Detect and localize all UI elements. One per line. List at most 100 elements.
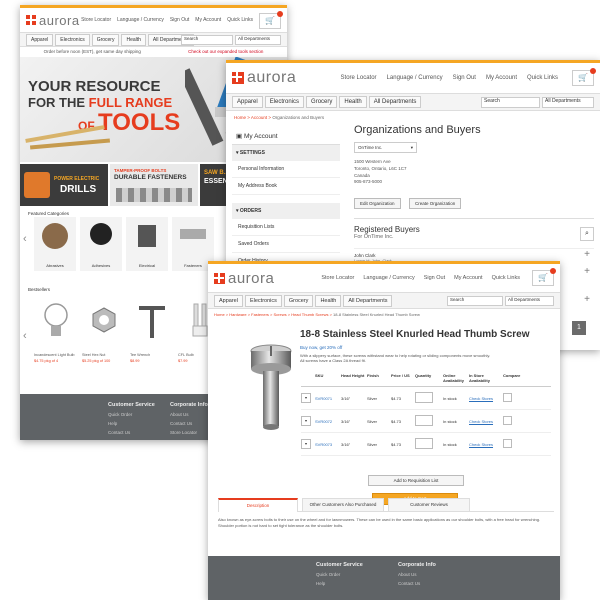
expand-icon[interactable]: + — [584, 266, 590, 277]
edit-organization-button[interactable]: Edit Organization — [354, 198, 401, 209]
cart-icon[interactable]: 🛒 — [259, 11, 283, 29]
organization-select[interactable]: OnTime Inc. ▾ — [354, 142, 417, 153]
tab-customer-reviews[interactable]: Customer Reviews — [388, 498, 470, 512]
search-icon[interactable]: ⌕ — [580, 227, 594, 241]
breadcrumb-hardware[interactable]: Hardware — [229, 312, 246, 317]
aurora-logo[interactable]: aurora — [232, 69, 296, 87]
expand-row-icon[interactable]: ▾ — [301, 393, 311, 403]
pagination-current[interactable]: 1 — [572, 321, 586, 335]
language-currency-link[interactable]: Language / Currency — [387, 75, 443, 81]
category-electrical[interactable]: Electrical — [126, 217, 168, 271]
settings-section[interactable]: ▾ SETTINGS — [232, 145, 340, 161]
footer-link[interactable]: Quick Order — [108, 412, 155, 417]
breadcrumb-thumb-screws[interactable]: Head Thumb Screws — [291, 312, 328, 317]
nav-electronics[interactable]: Electronics — [55, 33, 90, 46]
aurora-logo[interactable]: aurora — [214, 270, 274, 287]
aurora-logo[interactable]: aurora — [26, 13, 80, 28]
nav-health[interactable]: Health — [121, 33, 146, 46]
my-account-link[interactable]: My Account — [454, 275, 482, 281]
create-organization-button[interactable]: Create Organization — [408, 198, 462, 209]
breadcrumb-account[interactable]: Account — [251, 115, 267, 120]
search-input[interactable]: Search — [181, 35, 233, 45]
sku-link[interactable]: SVR0072 — [315, 419, 341, 424]
product-card[interactable]: Steel Hex Nut $5.25 pkg of 100 — [82, 300, 126, 363]
chevron-left-icon[interactable]: ‹ — [23, 330, 27, 342]
nav-health[interactable]: Health — [315, 294, 342, 307]
promo-text[interactable]: Buy now, get 20% off — [300, 345, 555, 350]
footer-link[interactable]: Help — [108, 421, 155, 426]
nav-health[interactable]: Health — [339, 96, 367, 108]
sidebar-item-personal-info[interactable]: Personal Information — [232, 161, 340, 178]
department-select[interactable]: All Departments — [505, 296, 554, 306]
breadcrumb-home[interactable]: Home — [234, 115, 246, 120]
footer-link[interactable]: Help — [316, 581, 363, 586]
footer-link[interactable]: About Us — [170, 412, 208, 417]
sku-link[interactable]: SVR0071 — [315, 396, 341, 401]
tools-promo-link[interactable]: Check out our expanded tools section — [188, 49, 263, 54]
product-name[interactable]: Incandescent Light Bulb — [34, 353, 78, 357]
category-abrasives[interactable]: Abrasives — [34, 217, 76, 271]
expand-icon[interactable]: + — [584, 249, 590, 260]
language-currency-link[interactable]: Language / Currency — [117, 17, 164, 23]
store-locator-link[interactable]: Store Locator — [341, 75, 377, 81]
product-card[interactable]: Tee Wrench $8.99 — [130, 300, 174, 363]
cart-icon[interactable]: 🛒 — [572, 68, 596, 86]
product-name[interactable]: Tee Wrench — [130, 353, 174, 357]
compare-checkbox[interactable] — [503, 416, 512, 425]
quick-links-link[interactable]: Quick Links — [227, 17, 253, 23]
nav-grocery[interactable]: Grocery — [306, 96, 338, 108]
footer-link[interactable]: Contact Us — [398, 581, 436, 586]
sign-out-link[interactable]: Sign Out — [453, 75, 476, 81]
nav-electronics[interactable]: Electronics — [264, 96, 305, 108]
sidebar-item-requisition-lists[interactable]: Requisition Lists — [232, 219, 340, 236]
category-adhesives[interactable]: Adhesives — [80, 217, 122, 271]
store-locator-link[interactable]: Store Locator — [81, 17, 111, 23]
footer-link[interactable]: Quick Order — [316, 572, 363, 577]
footer-link[interactable]: About Us — [398, 572, 436, 577]
compare-checkbox[interactable] — [503, 439, 512, 448]
promo-drills[interactable]: POWER ELECTRIC DRILLS — [20, 164, 108, 206]
orders-section[interactable]: ▾ ORDERS — [232, 203, 340, 219]
sidebar-item-saved-orders[interactable]: Saved Orders — [232, 236, 340, 253]
breadcrumb-fasteners[interactable]: Fasteners — [251, 312, 269, 317]
tab-description[interactable]: Description — [218, 498, 298, 512]
tab-also-purchased[interactable]: Other Customers Also Purchased — [302, 498, 384, 512]
expand-icon[interactable]: + — [584, 294, 590, 305]
nav-all-departments[interactable]: All Departments — [368, 96, 422, 108]
quick-links-link[interactable]: Quick Links — [492, 275, 520, 281]
nav-apparel[interactable]: Apparel — [214, 294, 243, 307]
language-currency-link[interactable]: Language / Currency — [363, 275, 414, 281]
quantity-input[interactable] — [415, 392, 433, 403]
quantity-input[interactable] — [415, 438, 433, 449]
department-select[interactable]: All Departments — [542, 97, 594, 108]
search-input[interactable]: Search — [481, 97, 540, 108]
check-stores-link[interactable]: Check Stores — [469, 442, 503, 447]
footer-link[interactable]: Contact Us — [108, 430, 155, 435]
compare-checkbox[interactable] — [503, 393, 512, 402]
sign-out-link[interactable]: Sign Out — [170, 17, 189, 23]
store-locator-link[interactable]: Store Locator — [321, 275, 354, 281]
footer-link[interactable]: Contact Us — [170, 421, 208, 426]
quantity-input[interactable] — [415, 415, 433, 426]
nav-apparel[interactable]: Apparel — [26, 33, 54, 46]
check-stores-link[interactable]: Check Stores — [469, 419, 503, 424]
add-to-requisition-list-button[interactable]: Add to Requisition List — [368, 475, 464, 486]
expand-row-icon[interactable]: ▾ — [301, 439, 311, 449]
promo-fasteners[interactable]: TAMPER-PROOF BOLTS DURABLE FASTENERS — [110, 164, 198, 206]
search-input[interactable]: Search — [447, 296, 503, 306]
nav-electronics[interactable]: Electronics — [244, 294, 282, 307]
cart-icon[interactable]: 🛒 — [532, 268, 556, 286]
footer-link[interactable]: Store Locator — [170, 430, 208, 435]
expand-row-icon[interactable]: ▾ — [301, 416, 311, 426]
nav-apparel[interactable]: Apparel — [232, 96, 263, 108]
sidebar-item-address-book[interactable]: My Address Book — [232, 178, 340, 195]
my-account-link[interactable]: My Account — [195, 17, 221, 23]
check-stores-link[interactable]: Check Stores — [469, 396, 503, 401]
product-card[interactable]: Incandescent Light Bulb $4.75 pkg of 4 — [34, 300, 78, 363]
nav-all-departments[interactable]: All Departments — [343, 294, 393, 307]
my-account-link[interactable]: My Account — [486, 75, 517, 81]
breadcrumb-screws[interactable]: Screws — [274, 312, 287, 317]
department-select[interactable]: All Departments — [235, 35, 281, 45]
chevron-left-icon[interactable]: ‹ — [23, 233, 27, 245]
sku-link[interactable]: SVR0073 — [315, 442, 341, 447]
